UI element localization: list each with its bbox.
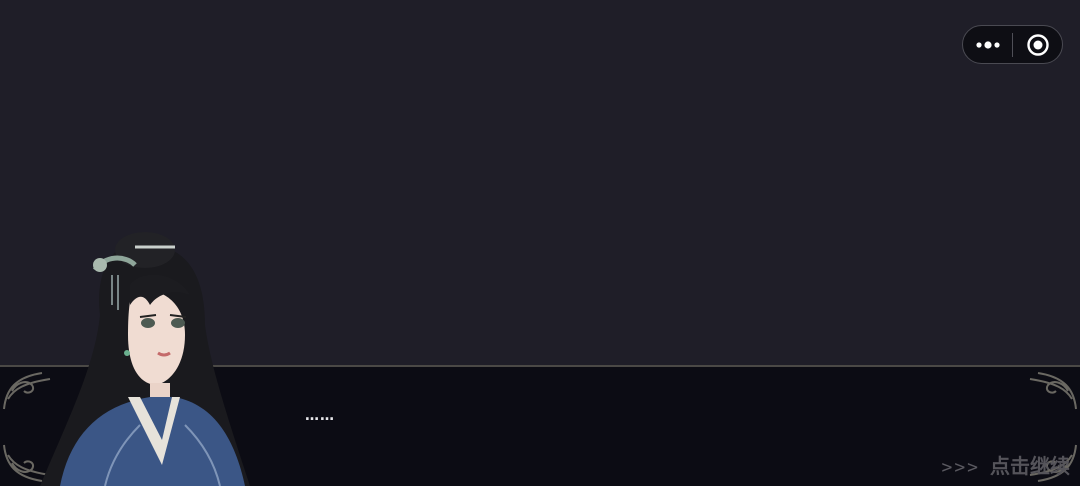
more-dots-icon [975, 40, 1000, 49]
character-portrait [40, 232, 250, 486]
miniprogram-capsule [962, 25, 1063, 64]
target-circle-icon [1026, 33, 1049, 56]
dialog-text: …… [305, 408, 335, 424]
corner-ornament-top-right [1029, 372, 1077, 410]
more-button[interactable] [963, 26, 1012, 63]
continue-button[interactable]: >>> 点击继续 [941, 450, 1070, 479]
continue-label: 点击继续 [990, 454, 1070, 478]
close-button[interactable] [1013, 26, 1062, 63]
continue-arrows: >>> [941, 457, 980, 478]
